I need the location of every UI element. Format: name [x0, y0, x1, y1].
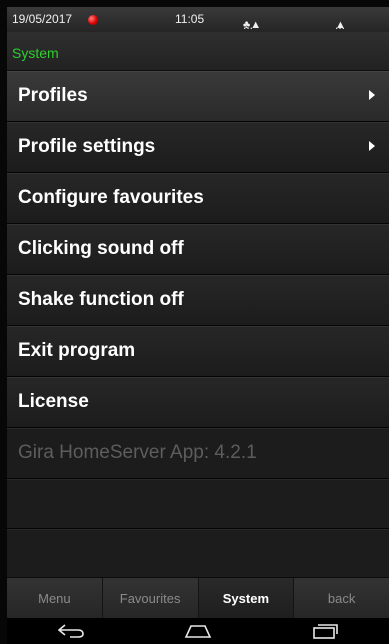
menu-item-label: Configure favourites — [18, 187, 204, 208]
app-window: 19/05/2017 11:05 ♣▲...°C ▲...°C System P… — [7, 7, 389, 644]
empty-row — [7, 479, 389, 529]
menu-item-label: Shake function off — [18, 289, 184, 310]
version-row: Gira HomeServer App: 4.2.1 — [7, 428, 389, 479]
android-nav-bar — [7, 618, 389, 644]
recent-apps-icon[interactable] — [305, 621, 345, 641]
chevron-right-icon — [369, 90, 375, 100]
version-text: Gira HomeServer App: 4.2.1 — [18, 442, 257, 463]
empty-row — [7, 529, 389, 579]
home-icon[interactable] — [178, 621, 218, 641]
menu-item-profiles[interactable]: Profiles — [7, 71, 389, 122]
system-menu: Profiles Profile settings Configure favo… — [7, 71, 389, 579]
section-title: System — [12, 45, 59, 61]
menu-item-label: Profile settings — [18, 136, 156, 157]
tab-back[interactable]: back — [294, 578, 389, 619]
status-bar: 19/05/2017 11:05 ♣▲...°C ▲...°C — [7, 7, 389, 45]
menu-item-label: License — [18, 391, 89, 412]
menu-item-label: Profiles — [18, 85, 88, 106]
alert-indicator-icon — [88, 15, 98, 25]
tab-system[interactable]: System — [198, 578, 295, 619]
menu-item-profile-settings[interactable]: Profile settings — [7, 122, 389, 173]
menu-item-label: Clicking sound off — [18, 238, 184, 259]
back-icon[interactable] — [51, 621, 91, 641]
tab-favourites[interactable]: Favourites — [102, 578, 199, 619]
status-time: 11:05 — [175, 12, 205, 26]
status-date: 19/05/2017 — [12, 12, 73, 26]
tab-menu[interactable]: Menu — [7, 578, 103, 619]
menu-item-clicking-sound[interactable]: Clicking sound off — [7, 224, 389, 275]
menu-item-configure-favourites[interactable]: Configure favourites — [7, 173, 389, 224]
bottom-tab-bar: Menu Favourites System back — [7, 577, 389, 619]
menu-item-label: Exit program — [18, 340, 136, 361]
chevron-right-icon — [369, 141, 375, 151]
menu-item-exit-program[interactable]: Exit program — [7, 326, 389, 377]
menu-item-shake-function[interactable]: Shake function off — [7, 275, 389, 326]
menu-item-license[interactable]: License — [7, 377, 389, 428]
section-header: System — [7, 32, 389, 71]
